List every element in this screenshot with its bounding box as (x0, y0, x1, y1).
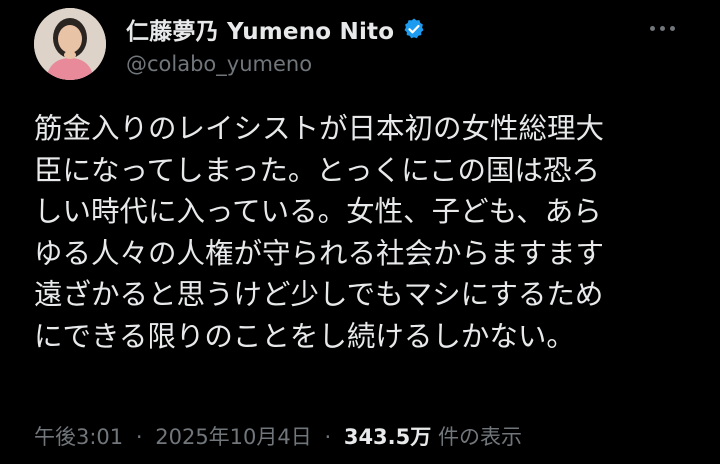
post-meta: 午後3:01 · 2025年10月4日 · 343.5万 件の表示 (34, 421, 522, 451)
author-display-name[interactable]: 仁藤夢乃 Yumeno Nito (126, 12, 394, 46)
post-time[interactable]: 午後3:01 (34, 425, 123, 449)
meta-separator: · (324, 425, 332, 449)
verified-badge-icon (402, 17, 426, 41)
more-dot (649, 25, 655, 31)
more-dot (669, 25, 675, 31)
author-name-row: 仁藤夢乃 Yumeno Nito (126, 12, 426, 46)
post-text-line: ゆる人々の人権が守られる社会からますます (34, 236, 605, 270)
post-date[interactable]: 2025年10月4日 (155, 425, 312, 449)
more-dot (659, 25, 665, 31)
post-header: 仁藤夢乃 Yumeno Nito @colabo_yumeno (34, 8, 694, 88)
post-text: 筋金入りのレイシストが日本初の女性総理大 臣になってしまった。とっくにこの国は恐… (34, 108, 684, 357)
post-text-line: 筋金入りのレイシストが日本初の女性総理大 (34, 112, 605, 145)
post-text-line: 臣になってしまった。とっくにこの国は恐ろ (34, 153, 601, 187)
post-text-line: にできる限りのことをし続けるしかない。 (34, 319, 575, 353)
avatar[interactable] (34, 8, 106, 80)
views-count[interactable]: 343.5万 (344, 425, 431, 449)
more-options-icon[interactable] (642, 14, 682, 42)
post-text-line: 遠ざかると思うけど少しでもマシにするため (34, 278, 604, 311)
views-label: 件の表示 (437, 425, 522, 449)
author-handle[interactable]: @colabo_yumeno (126, 52, 312, 76)
post-text-line: しい時代に入っている。女性、子ども、あら (34, 195, 602, 228)
meta-separator: · (135, 425, 143, 449)
